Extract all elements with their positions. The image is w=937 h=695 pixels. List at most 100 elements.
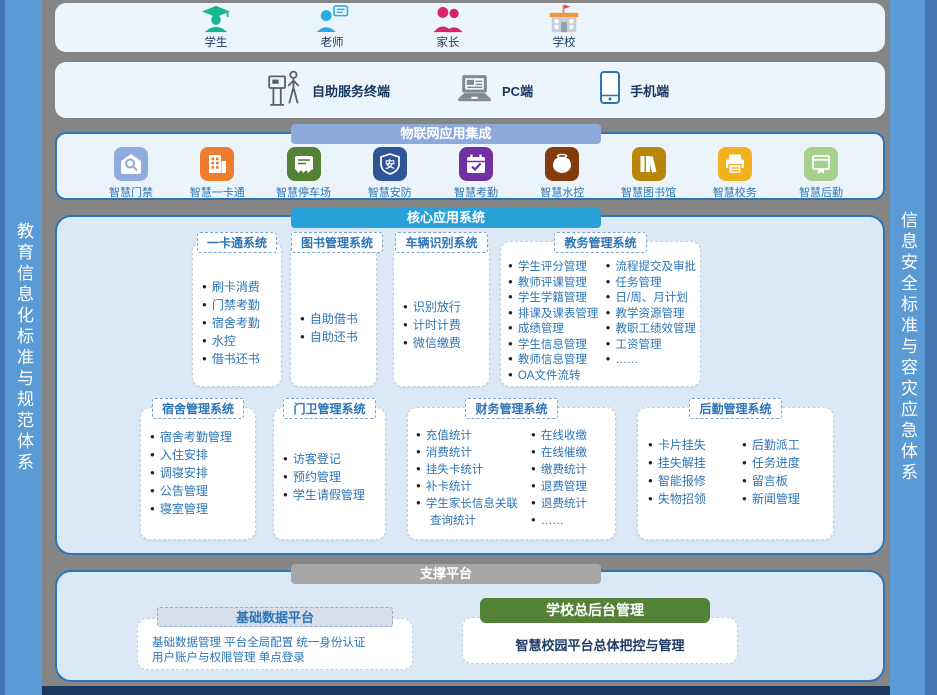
system-box-title: 财务管理系统 (465, 398, 557, 419)
iot-app-access: 智慧门禁 (93, 147, 169, 200)
terminal-label: 自助服务终端 (312, 81, 390, 100)
system-box-features: 刷卡消费门禁考勤宿舍考勤水控借书还书 (193, 279, 281, 369)
terminal-kiosk: 自助服务终端 (267, 69, 390, 112)
system-box-finance: 财务管理系统充值统计消费统计挂失卡统计补卡统计学生家长信息关联查询统计在线收缴在… (407, 407, 616, 540)
laptop-icon (456, 73, 493, 107)
feature-item: 后勤派工 (742, 437, 800, 455)
left-standards-label: 教育信息化标准与规范体系 (11, 222, 36, 474)
terminal-label: 手机端 (630, 81, 669, 100)
system-box-dorm: 宿舍管理系统宿舍考勤管理入住安排调寝安排公告管理寝室管理 (140, 407, 256, 540)
feature-item: 公告管理 (150, 483, 232, 501)
iot-app-label: 智慧水控 (540, 184, 584, 200)
basic-data-platform-line: 基础数据管理 平台全局配置 统一身份认证 (152, 636, 412, 651)
school-admin-title: 学校总后台管理 (480, 598, 710, 623)
feature-item: 寝室管理 (150, 501, 232, 519)
system-box-title: 宿舍管理系统 (152, 398, 244, 419)
user-role-school: 学校 (531, 5, 597, 50)
feature-item: 学生评分管理 (508, 260, 603, 276)
iot-app-attendance: 智慧考勤 (438, 147, 514, 200)
system-box-title: 一卡通系统 (197, 232, 277, 253)
feature-item: 学生请假管理 (283, 487, 365, 505)
feature-item: 教师评课管理 (508, 276, 603, 292)
feature-item: 识别放行 (403, 299, 461, 317)
feature-item: 微信缴费 (403, 335, 461, 353)
feature-item: 补卡统计 (416, 479, 528, 496)
left-standards-bar: 教育信息化标准与规范体系 (0, 0, 42, 695)
terminals-panel: 自助服务终端 PC端 手机端 (55, 62, 885, 118)
feature-item: 卡片挂失 (648, 437, 730, 455)
iot-app-affairs: 智慧校务 (697, 147, 773, 200)
feature-item: 退费管理 (531, 479, 587, 496)
feature-item: 入住安排 (150, 447, 232, 465)
terminal-pc: PC端 (456, 73, 533, 107)
system-box-features: 访客登记预约管理学生请假管理 (274, 451, 385, 505)
parents-icon (432, 5, 465, 33)
iot-app-onecard: 智慧一卡通 (179, 147, 255, 200)
feature-item: 调寝安排 (150, 465, 232, 483)
feature-item: 教师信息管理 (508, 353, 603, 369)
feature-item: 工资管理 (606, 338, 696, 354)
user-role-teacher: 老师 (299, 5, 365, 50)
iot-app-label: 智慧图书馆 (621, 184, 676, 200)
iot-app-label: 智慧停车场 (276, 184, 331, 200)
shield-icon: 安 (373, 147, 407, 181)
feature-item: 自助还书 (300, 329, 358, 347)
terminal-label: PC端 (502, 81, 533, 100)
iot-app-label: 智慧安防 (368, 184, 412, 200)
door-access-icon (114, 147, 148, 181)
feature-item: 智能报修 (648, 473, 730, 491)
user-role-parent: 家长 (415, 5, 481, 50)
system-box-gate: 门卫管理系统访客登记预约管理学生请假管理 (273, 407, 386, 540)
teacher-icon (314, 5, 350, 33)
feature-item: 缴费统计 (531, 462, 587, 479)
iot-app-parking: 智慧停车场 (266, 147, 342, 200)
right-standards-bar: 信息安全标准与容灾应急体系 (890, 0, 937, 695)
feature-item: 刷卡消费 (202, 279, 260, 297)
building-card-icon (200, 147, 234, 181)
feature-item: 新闻管理 (742, 491, 800, 509)
core-applications-panel: 核心应用系统 一卡通系统刷卡消费门禁考勤宿舍考勤水控借书还书图书管理系统自助借书… (55, 215, 885, 555)
core-section-header: 核心应用系统 (291, 208, 601, 228)
feature-item: 日/周、月计划 (606, 291, 696, 307)
feature-item: 教学资源管理 (606, 307, 696, 323)
feature-item: 计时计费 (403, 317, 461, 335)
system-box-title: 后勤管理系统 (689, 398, 781, 419)
smart-campus-architecture-diagram: 教育信息化标准与规范体系 信息安全标准与容灾应急体系 学生 老师 家长 学校 自助服务… (0, 0, 937, 695)
feature-item: 任务进度 (742, 455, 800, 473)
feature-item: OA文件流转 (508, 369, 603, 385)
feature-item: 宿舍考勤 (202, 315, 260, 333)
iot-section-header: 物联网应用集成 (291, 124, 601, 144)
iot-app-label: 智慧校务 (713, 184, 757, 200)
student-icon (200, 5, 232, 33)
basic-data-platform-title: 基础数据平台 (157, 607, 393, 627)
iot-app-label: 智慧后勤 (799, 184, 843, 200)
feature-item: 退费统计 (531, 496, 587, 513)
iot-app-label: 智慧门禁 (109, 184, 153, 200)
school-admin-box: 智慧校园平台总体把控与管理 (462, 617, 738, 664)
system-box-logistics: 后勤管理系统卡片挂失挂失解挂智能报修失物招领后勤派工任务进度留言板新闻管理 (637, 407, 834, 540)
user-roles-panel: 学生 老师 家长 学校 (55, 3, 885, 52)
system-box-features: 学生评分管理教师评课管理学生学籍管理排课及课表管理成绩管理学生信息管理教师信息管… (501, 260, 700, 384)
system-box-vehicle: 车辆识别系统识别放行计时计费微信缴费 (393, 241, 490, 387)
user-role-student: 学生 (183, 5, 249, 50)
feature-item: 成绩管理 (508, 322, 603, 338)
support-platform-panel: 支撑平台 基础数据平台 基础数据管理 平台全局配置 统一身份认证 用户账户与权限… (55, 570, 885, 682)
printer-icon (718, 147, 752, 181)
feature-item: 宿舍考勤管理 (150, 429, 232, 447)
feature-item: 在线收缴 (531, 428, 587, 445)
system-box-academic: 教务管理系统学生评分管理教师评课管理学生学籍管理排课及课表管理成绩管理学生信息管… (500, 241, 701, 387)
parking-ticket-icon (287, 147, 321, 181)
feature-item: …… (531, 513, 587, 530)
feature-item: 挂失卡统计 (416, 462, 528, 479)
feature-item: 借书还书 (202, 351, 260, 369)
feature-item: 学生信息管理 (508, 338, 603, 354)
bottom-edge-strip (42, 686, 890, 695)
feature-item: 学生学籍管理 (508, 291, 603, 307)
system-box-onecard: 一卡通系统刷卡消费门禁考勤宿舍考勤水控借书还书 (192, 241, 282, 387)
feature-item: 挂失解挂 (648, 455, 730, 473)
phone-icon (599, 70, 621, 110)
feature-item: 水控 (202, 333, 260, 351)
feature-item: 教职工绩效管理 (606, 322, 696, 338)
iot-integration-panel: 物联网应用集成 智慧门禁智慧一卡通智慧停车场安智慧安防智慧考勤智慧水控智慧图书馆… (55, 132, 885, 200)
feature-item: 在线催缴 (531, 445, 587, 462)
